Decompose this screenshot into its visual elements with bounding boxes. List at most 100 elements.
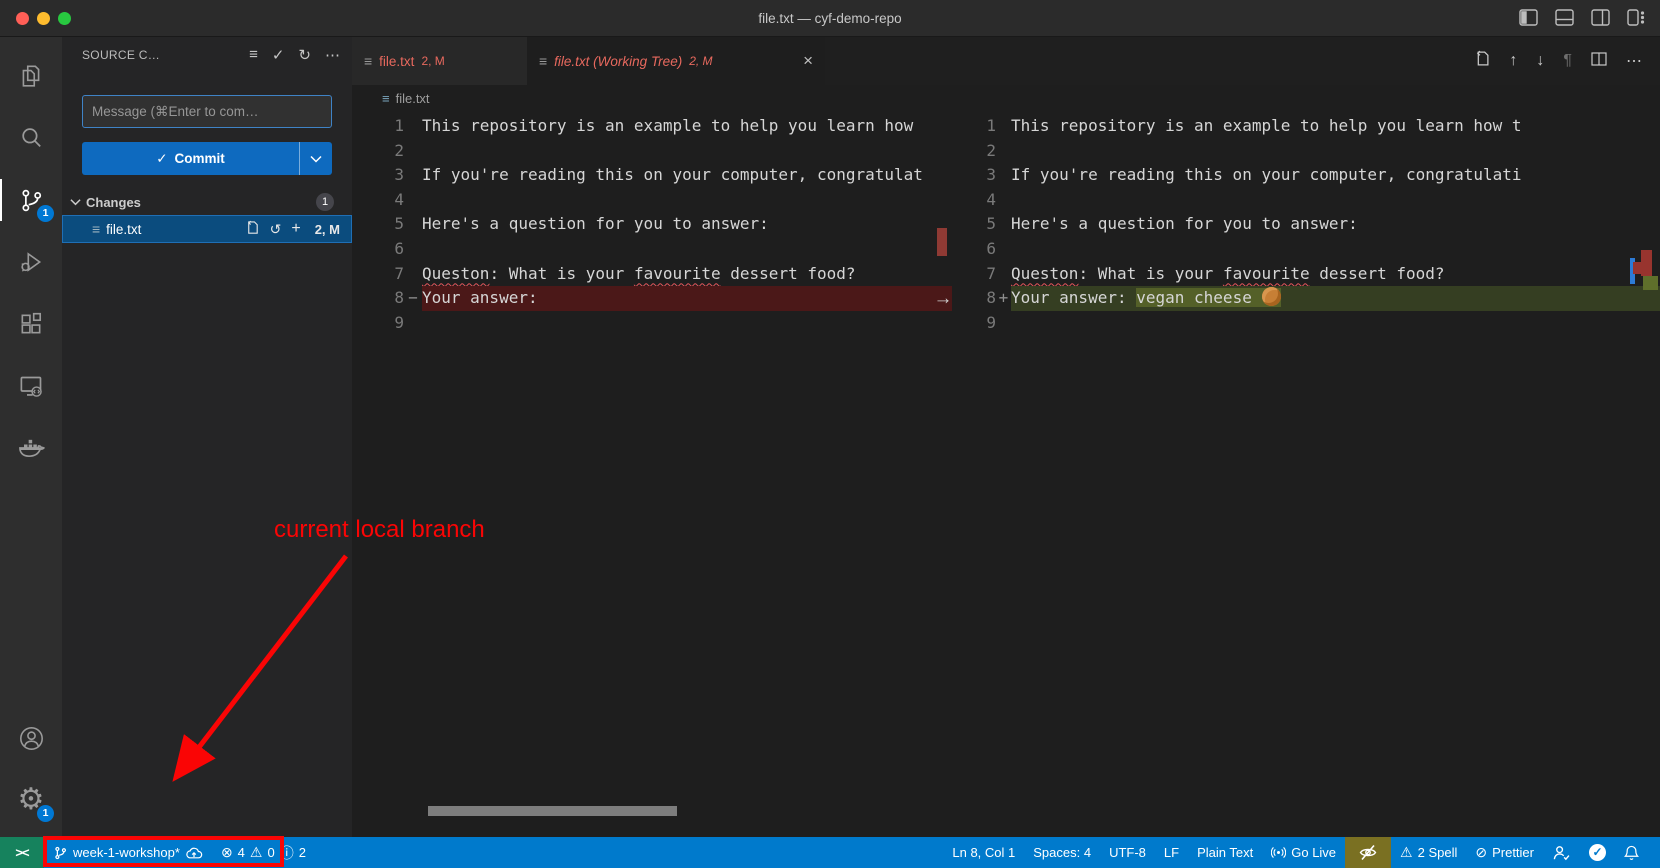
- person-check-icon: [1552, 844, 1571, 861]
- errors-count: 4: [238, 845, 245, 860]
- sidebar-title: SOURCE C…: [82, 48, 160, 62]
- line-number: 6: [352, 237, 404, 262]
- changes-section-header[interactable]: Changes 1: [62, 189, 352, 215]
- remote-indicator[interactable]: ><: [0, 837, 44, 868]
- tab-file-txt[interactable]: ≡ file.txt 2, M: [352, 37, 527, 85]
- bell-icon: [1624, 845, 1639, 861]
- warnings-icon: ⚠: [250, 844, 263, 861]
- editor-group: ≡ file.txt 2, M ≡ file.txt (Working Tree…: [352, 37, 1660, 837]
- infos-icon: ⓘ: [280, 843, 294, 863]
- encoding[interactable]: UTF-8: [1100, 837, 1155, 868]
- git-branch-icon: [53, 845, 68, 861]
- source-control-icon[interactable]: 1: [0, 169, 62, 231]
- code-line: Queston: What is your favourite dessert …: [422, 264, 856, 283]
- tab-file-txt-working-tree[interactable]: ≡ file.txt (Working Tree) 2, M ×: [527, 37, 825, 85]
- toggle-panel-icon[interactable]: [1555, 9, 1574, 26]
- open-changes-icon[interactable]: [1473, 50, 1490, 72]
- file-icon: ≡: [92, 221, 100, 237]
- customize-layout-icon[interactable]: [1627, 9, 1646, 26]
- docker-icon[interactable]: [0, 417, 62, 479]
- horizontal-scrollbar[interactable]: [428, 806, 677, 816]
- status-check-button[interactable]: ✓: [1580, 837, 1615, 868]
- commit-button[interactable]: ✓ Commit: [82, 142, 332, 175]
- problems-indicator[interactable]: ⊗ 4 ⚠ 0 ⓘ 2: [212, 837, 315, 868]
- changes-count-badge: 1: [316, 193, 334, 211]
- previous-change-icon[interactable]: ↑: [1509, 52, 1517, 70]
- prettier-status[interactable]: ⊘ Prettier: [1466, 837, 1543, 868]
- title-bar: file.txt — cyf-demo-repo: [0, 0, 1660, 37]
- activity-bar: 1 ⚙ 1: [0, 37, 62, 837]
- feedback-button[interactable]: [1543, 837, 1580, 868]
- changes-label: Changes: [86, 195, 141, 210]
- line-number: 2: [352, 139, 404, 164]
- line-number: 4: [352, 188, 404, 213]
- explorer-icon[interactable]: [0, 45, 62, 107]
- line-number: 9: [352, 311, 404, 336]
- eol-sequence[interactable]: LF: [1155, 837, 1188, 868]
- line-number: 1: [960, 114, 996, 139]
- tab-label: file.txt (Working Tree): [554, 54, 682, 69]
- search-icon[interactable]: [0, 107, 62, 169]
- discard-changes-icon[interactable]: ↺: [270, 221, 282, 238]
- line-number: 8: [960, 286, 996, 311]
- breadcrumb-file: file.txt: [396, 91, 430, 106]
- tab-status-badge: 2, M: [689, 54, 712, 68]
- broadcast-icon: [1271, 845, 1286, 860]
- cursor-position[interactable]: Ln 8, Col 1: [943, 837, 1024, 868]
- go-live-label: Go Live: [1291, 845, 1336, 860]
- overview-ruler-added-mark: [1643, 276, 1658, 290]
- diff-editor[interactable]: 1This repository is an example to help y…: [352, 112, 1660, 837]
- more-actions-icon[interactable]: ⋯: [325, 46, 340, 64]
- commit-action-icon[interactable]: ✓: [272, 46, 285, 64]
- line-number: 9: [960, 311, 996, 336]
- tab-status-badge: 2, M: [421, 54, 444, 68]
- line-number: 8: [352, 286, 404, 311]
- accounts-icon[interactable]: [0, 707, 62, 769]
- code-line: If you're reading this on your computer,…: [422, 165, 923, 184]
- remote-explorer-icon[interactable]: [0, 355, 62, 417]
- line-number: 5: [960, 212, 996, 237]
- line-number: 4: [960, 188, 996, 213]
- scm-badge: 1: [37, 205, 54, 222]
- line-number: 5: [352, 212, 404, 237]
- check-circle-icon: ✓: [1589, 844, 1606, 861]
- settings-badge: 1: [37, 805, 54, 822]
- more-actions-icon[interactable]: ⋯: [1626, 51, 1642, 71]
- next-change-icon[interactable]: ↓: [1536, 52, 1544, 70]
- branch-indicator[interactable]: week-1-workshop*: [44, 837, 212, 868]
- commit-message-input[interactable]: [82, 95, 332, 128]
- stage-changes-icon[interactable]: +: [291, 220, 300, 238]
- notifications-button[interactable]: [1615, 837, 1648, 868]
- changed-file-row[interactable]: ≡ file.txt ↺ + 2, M: [62, 215, 352, 243]
- toggle-secondary-sidebar-icon[interactable]: [1591, 9, 1610, 26]
- diff-modified-pane[interactable]: 1This repository is an example to help y…: [960, 112, 1660, 837]
- infos-count: 2: [299, 845, 306, 860]
- line-number: 7: [352, 262, 404, 287]
- go-live-button[interactable]: Go Live: [1262, 837, 1345, 868]
- toggle-sidebar-icon[interactable]: [1519, 9, 1538, 26]
- spell-checker-status[interactable]: ⚠ 2 Spell: [1391, 837, 1466, 868]
- settings-gear-icon[interactable]: ⚙ 1: [0, 769, 62, 831]
- extensions-icon[interactable]: [0, 293, 62, 355]
- file-change-status: 2, M: [315, 222, 340, 237]
- run-debug-icon[interactable]: [0, 231, 62, 293]
- indentation[interactable]: Spaces: 4: [1024, 837, 1100, 868]
- revert-change-arrow-icon[interactable]: →: [928, 286, 958, 311]
- view-options-icon[interactable]: ≡: [249, 46, 258, 64]
- language-mode[interactable]: Plain Text: [1188, 837, 1262, 868]
- line-number: 7: [960, 262, 996, 287]
- diff-original-pane[interactable]: 1This repository is an example to help y…: [352, 112, 952, 837]
- split-editor-icon[interactable]: [1591, 51, 1607, 72]
- watcher-off-button[interactable]: [1345, 837, 1391, 868]
- open-file-icon[interactable]: [245, 220, 260, 238]
- close-tab-icon[interactable]: ×: [803, 51, 813, 71]
- diff-sash[interactable]: [952, 112, 960, 837]
- breadcrumb[interactable]: ≡ file.txt: [352, 85, 1660, 112]
- refresh-icon[interactable]: ↻: [298, 46, 311, 64]
- source-control-sidebar: SOURCE C… ≡ ✓ ↻ ⋯ ✓ Commit Changes 1 ≡: [62, 37, 352, 837]
- line-number: 3: [352, 163, 404, 188]
- render-whitespace-icon[interactable]: ¶: [1563, 52, 1572, 70]
- commit-dropdown-button[interactable]: [299, 142, 332, 175]
- warnings-count: 0: [267, 845, 274, 860]
- line-number: 6: [960, 237, 996, 262]
